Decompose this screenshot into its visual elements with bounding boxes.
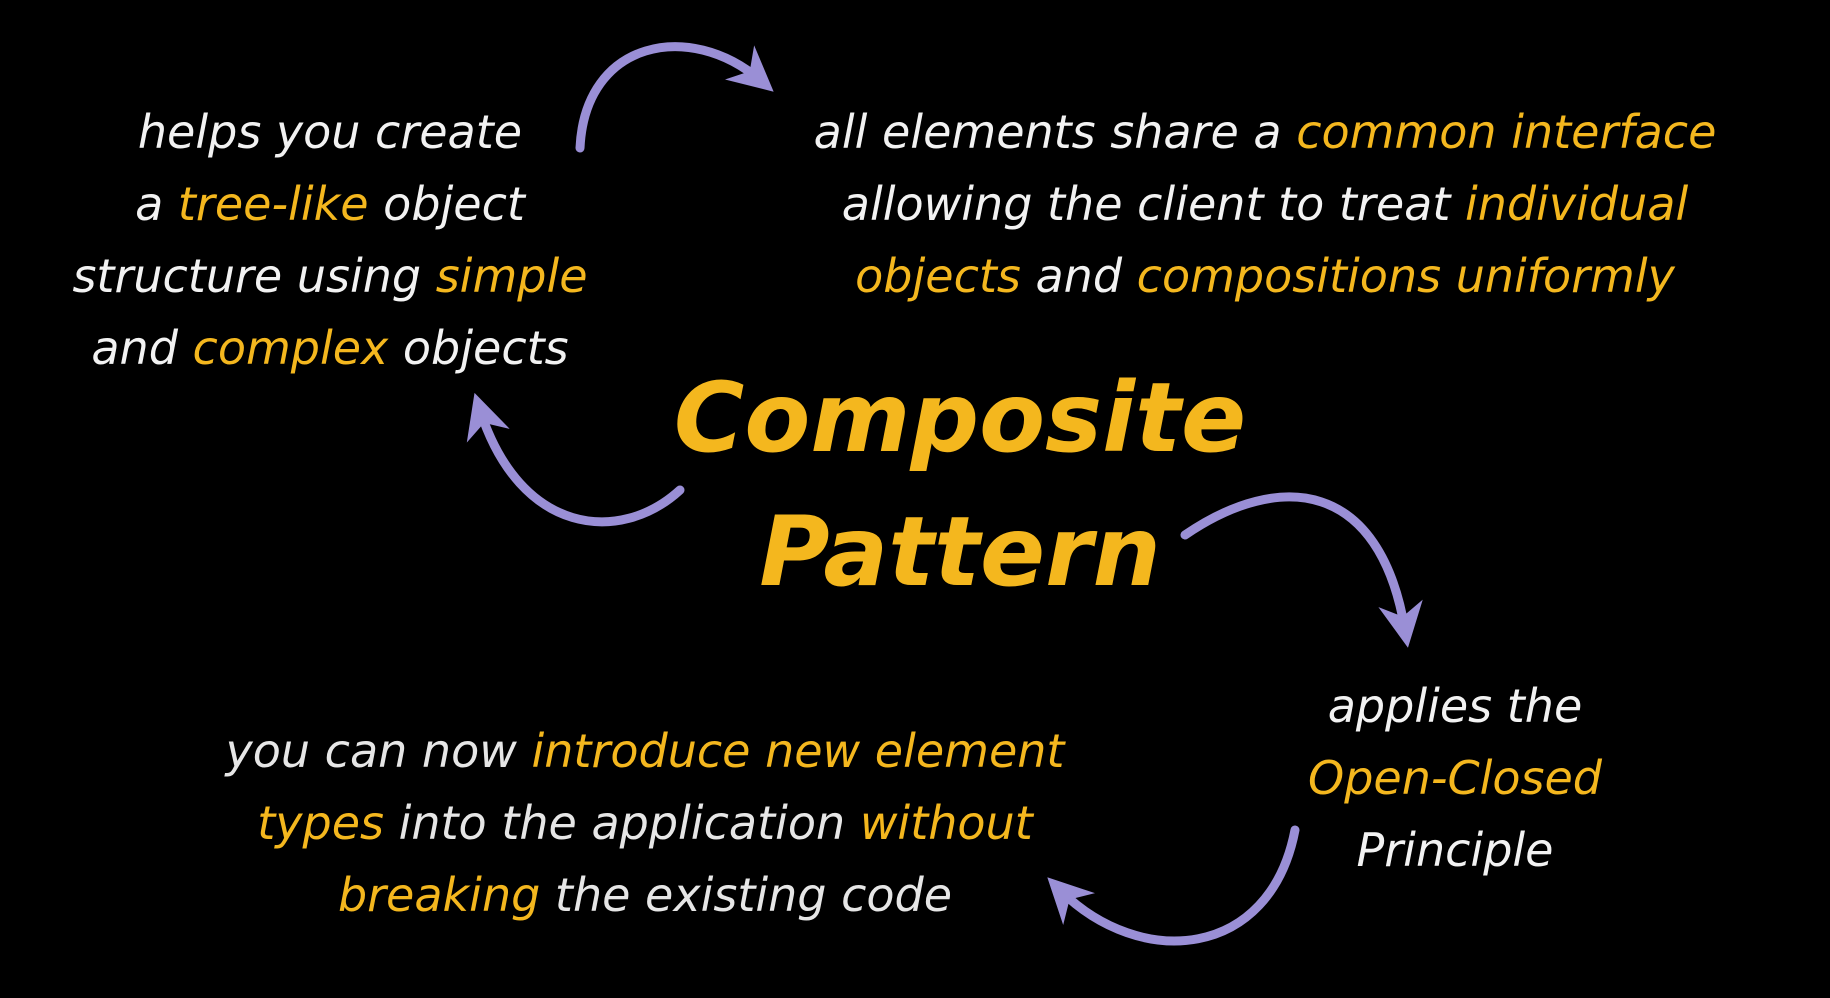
bottom-right-line-3: Principle (1356, 823, 1554, 877)
top-right-line-2: allowing the client to treat individual (730, 168, 1800, 240)
text: into the application (383, 796, 860, 850)
top-right-line-3: objects and compositions uniformly (730, 240, 1800, 312)
top-left-description: helps you create a tree-like object stru… (30, 96, 630, 384)
page-title: Composite Pattern (610, 370, 1310, 600)
text: the existing code (540, 868, 953, 922)
text: you can now (225, 724, 532, 778)
top-left-line-4: and complex objects (30, 312, 630, 384)
text: all elements share a (813, 105, 1297, 159)
highlight-text: simple (435, 249, 588, 303)
highlight-text: tree-like (177, 177, 369, 231)
bottom-left-description: you can now introduce new element types … (150, 715, 1140, 931)
top-left-line-1: helps you create (137, 105, 523, 159)
highlight-text: types (257, 796, 384, 850)
bottom-left-line-3: breaking the existing code (150, 859, 1140, 931)
text: a (135, 177, 178, 231)
text: and (91, 321, 193, 375)
text: object (368, 177, 525, 231)
text: and (1020, 249, 1137, 303)
top-left-line-2: a tree-like object (30, 168, 630, 240)
highlight-text: compositions uniformly (1136, 249, 1675, 303)
highlight-text: objects (855, 249, 1021, 303)
highlight-text: without (859, 796, 1033, 850)
highlight-text: complex (192, 321, 389, 375)
highlight-text: introduce new element (531, 724, 1065, 778)
text: structure using (72, 249, 436, 303)
top-left-line-3: structure using simple (30, 240, 630, 312)
highlight-text: breaking (337, 868, 541, 922)
text: objects (388, 321, 569, 375)
text: allowing the client to treat (841, 177, 1465, 231)
bottom-right-line-1: applies the (1327, 679, 1583, 733)
top-right-line-1: all elements share a common interface (730, 96, 1800, 168)
highlight-text: individual (1465, 177, 1689, 231)
bottom-left-line-1: you can now introduce new element (150, 715, 1140, 787)
title-line-2: Pattern (759, 496, 1161, 608)
top-right-description: all elements share a common interface al… (730, 96, 1800, 312)
highlight-text: common interface (1296, 105, 1717, 159)
title-line-1: Composite (673, 362, 1247, 474)
bottom-left-line-2: types into the application without (150, 787, 1140, 859)
bottom-right-line-2: Open-Closed (1308, 751, 1602, 805)
bottom-right-description: applies the Open-Closed Principle (1230, 670, 1680, 886)
diagram-canvas: helps you create a tree-like object stru… (0, 0, 1830, 998)
